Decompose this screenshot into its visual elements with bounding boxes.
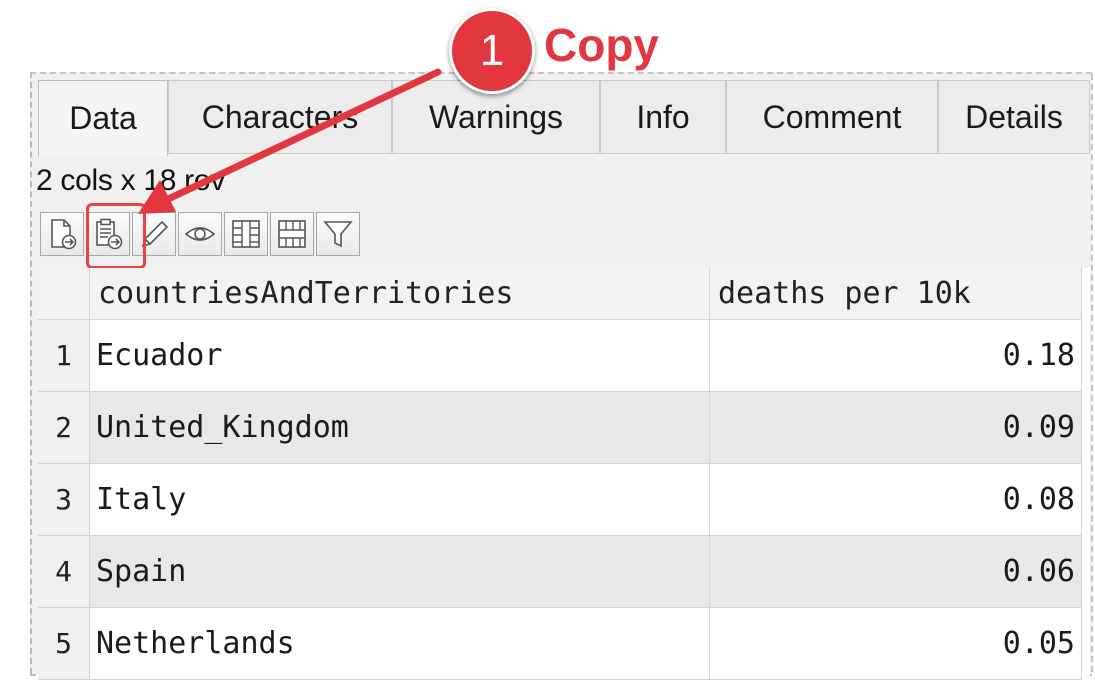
row-col-count: 2 cols x 18 rov xyxy=(36,164,225,197)
country-cell[interactable]: Netherlands xyxy=(90,608,710,680)
tab-comment[interactable]: Comment xyxy=(726,80,938,154)
filter-icon xyxy=(323,221,353,248)
header-corner xyxy=(38,268,90,320)
tab-bar: Data Characters Warnings Info Comment De… xyxy=(38,80,1090,156)
row-number: 4 xyxy=(38,536,90,608)
country-cell[interactable]: Spain xyxy=(90,536,710,608)
table-row[interactable]: 3 Italy 0.08 xyxy=(38,464,1090,536)
deaths-cell[interactable]: 0.06 xyxy=(710,536,1082,608)
copy-button-highlight xyxy=(86,203,146,269)
row-number: 1 xyxy=(38,320,90,392)
column-header-deaths[interactable]: deaths per 10k xyxy=(710,268,1082,320)
columns-button[interactable] xyxy=(224,212,268,256)
country-cell[interactable]: Italy xyxy=(90,464,710,536)
export-file-icon xyxy=(51,219,77,250)
table-row[interactable]: 4 Spain 0.06 xyxy=(38,536,1090,608)
table-row[interactable]: 2 United_Kingdom 0.09 xyxy=(38,392,1090,464)
deaths-cell[interactable]: 0.09 xyxy=(710,392,1082,464)
tab-data[interactable]: Data xyxy=(38,80,168,156)
view-button[interactable] xyxy=(178,212,222,256)
callout-step-number: 1 xyxy=(449,8,535,94)
view-eye-icon xyxy=(184,227,216,241)
rows-button[interactable] xyxy=(270,212,314,256)
table-row[interactable]: 5 Netherlands 0.05 xyxy=(38,608,1090,680)
row-number: 3 xyxy=(38,464,90,536)
country-cell[interactable]: Ecuador xyxy=(90,320,710,392)
tab-info[interactable]: Info xyxy=(600,80,726,154)
tab-details[interactable]: Details xyxy=(938,80,1090,154)
column-header-countries[interactable]: countriesAndTerritories xyxy=(90,268,710,320)
columns-icon xyxy=(232,220,260,248)
data-table: countriesAndTerritories deaths per 10k 1… xyxy=(38,268,1090,680)
table-row[interactable]: 1 Ecuador 0.18 xyxy=(38,320,1090,392)
callout-label: Copy xyxy=(544,19,659,71)
rows-icon xyxy=(278,220,306,248)
deaths-cell[interactable]: 0.08 xyxy=(710,464,1082,536)
export-file-button[interactable] xyxy=(40,212,84,256)
country-cell[interactable]: United_Kingdom xyxy=(90,392,710,464)
row-number: 5 xyxy=(38,608,90,680)
deaths-cell[interactable]: 0.18 xyxy=(710,320,1082,392)
row-number: 2 xyxy=(38,392,90,464)
filter-button[interactable] xyxy=(316,212,360,256)
deaths-cell[interactable]: 0.05 xyxy=(710,608,1082,680)
tab-characters[interactable]: Characters xyxy=(168,80,392,154)
